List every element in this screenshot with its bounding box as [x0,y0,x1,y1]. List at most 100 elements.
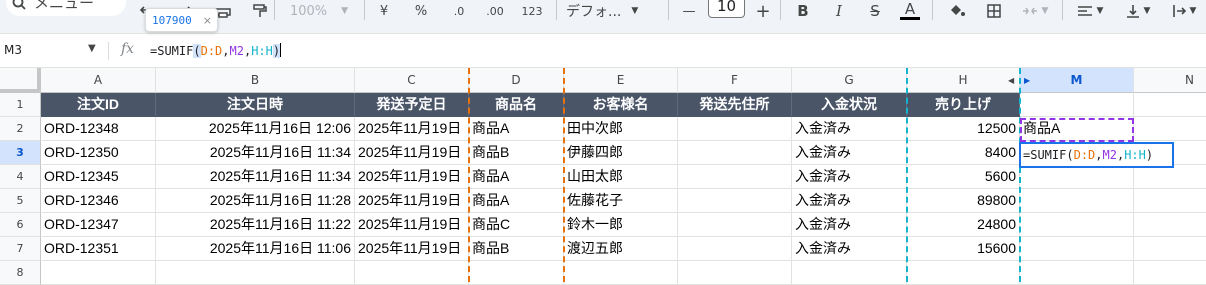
table-cell[interactable]: 入金済み [792,117,907,141]
table-cell[interactable]: 2025年11月16日 11:06 [156,237,355,261]
currency-button[interactable]: ¥ [376,0,392,22]
fill-color-button[interactable] [944,0,970,22]
table-cell[interactable]: 5600 [907,165,1020,189]
text-color-button[interactable]: A [900,0,920,20]
cell-m5[interactable] [1020,189,1134,213]
text-wrap-button[interactable]: ▼ [1166,0,1202,22]
table-cell[interactable]: 商品A [469,117,564,141]
cell-n1[interactable] [1134,93,1206,117]
header-cell-customer[interactable]: お客様名 [564,93,678,117]
table-cell[interactable]: 2025年11月16日 11:28 [156,189,355,213]
table-cell[interactable]: 商品A [469,189,564,213]
cell-n2[interactable] [1134,117,1206,141]
increase-decimal-button[interactable]: .00 [482,0,508,22]
header-cell-order-datetime[interactable]: 注文日時 [156,93,355,117]
table-cell[interactable]: 2025年11月16日 11:34 [156,165,355,189]
header-cell-order-id[interactable]: 注文ID [41,93,156,117]
number-format-button[interactable]: 123 [518,0,546,22]
table-cell[interactable]: ORD-12347 [41,213,156,237]
cell-m8[interactable] [1020,261,1134,285]
cell-n5[interactable] [1134,189,1206,213]
table-cell[interactable]: 2025年11月19日 [355,141,469,165]
table-cell[interactable]: 2025年11月19日 [355,237,469,261]
row-header-7[interactable]: 7 [0,237,41,261]
table-cell[interactable] [678,117,792,141]
table-cell[interactable]: 24800 [907,213,1020,237]
table-cell[interactable]: 入金済み [792,141,907,165]
close-icon[interactable]: × [203,14,212,27]
row-header-8[interactable]: 8 [0,261,41,285]
table-cell[interactable]: 2025年11月19日 [355,189,469,213]
table-cell[interactable]: 山田太郎 [564,165,678,189]
column-header-b[interactable]: B [156,68,355,93]
table-cell[interactable] [564,261,678,285]
table-cell[interactable] [678,165,792,189]
chevron-down-icon[interactable]: ▼ [88,43,96,54]
merge-cells-button[interactable]: ▼ [1018,0,1052,22]
column-header-c[interactable]: C [355,68,469,93]
font-size-input[interactable]: 10 [708,0,745,18]
row-header-2[interactable]: 2 [0,117,41,141]
table-cell[interactable] [678,213,792,237]
table-cell[interactable]: 12500 [907,117,1020,141]
cell-n7[interactable] [1134,237,1206,261]
table-cell[interactable]: 2025年11月19日 [355,117,469,141]
table-cell[interactable]: 商品B [469,141,564,165]
table-cell[interactable] [907,261,1020,285]
horizontal-align-button[interactable]: ▼ [1072,0,1108,22]
table-cell[interactable] [41,261,156,285]
table-cell[interactable]: 入金済み [792,165,907,189]
table-cell[interactable]: ORD-12346 [41,189,156,213]
cell-n4[interactable] [1134,165,1206,189]
table-cell[interactable]: 15600 [907,237,1020,261]
table-cell[interactable] [792,261,907,285]
borders-button[interactable] [984,0,1004,22]
header-cell-payment[interactable]: 入金状況 [792,93,907,117]
italic-button[interactable]: I [830,0,848,22]
column-header-f[interactable]: F [678,68,792,93]
column-header-m[interactable]: M [1020,68,1134,93]
decrease-decimal-button[interactable]: .0 [448,0,470,22]
header-cell-product[interactable]: 商品名 [469,93,564,117]
spreadsheet-grid[interactable]: A B C D E F G H ◀ M ▶ N 1 2 3 4 5 6 7 8 … [0,68,1206,285]
table-cell[interactable] [156,261,355,285]
table-cell[interactable]: 田中次郎 [564,117,678,141]
table-cell[interactable] [678,237,792,261]
select-all-corner[interactable] [0,68,41,93]
font-size-increase-button[interactable]: + [754,0,772,22]
table-cell[interactable]: 渡辺五郎 [564,237,678,261]
strikethrough-button[interactable]: S [866,0,884,22]
table-cell[interactable]: 商品B [469,237,564,261]
column-header-a[interactable]: A [41,68,156,93]
table-cell[interactable]: 伊藤四郎 [564,141,678,165]
table-cell[interactable]: ORD-12345 [41,165,156,189]
table-cell[interactable]: 2025年11月16日 11:22 [156,213,355,237]
table-cell[interactable]: 商品C [469,213,564,237]
column-header-h[interactable]: H [907,68,1020,93]
cell-m6[interactable] [1020,213,1134,237]
zoom-select[interactable]: 100% ▼ [284,0,354,22]
table-cell[interactable]: 鈴木一郎 [564,213,678,237]
table-cell[interactable] [678,261,792,285]
cell-n6[interactable] [1134,213,1206,237]
table-cell[interactable]: ORD-12348 [41,117,156,141]
table-cell[interactable]: 2025年11月16日 11:34 [156,141,355,165]
table-cell[interactable]: 89800 [907,189,1020,213]
cell-m1[interactable] [1020,93,1134,117]
header-cell-sales[interactable]: 売り上げ [907,93,1020,117]
bold-button[interactable]: B [794,0,812,22]
table-cell[interactable] [355,261,469,285]
cell-n8[interactable] [1134,261,1206,285]
formula-input[interactable]: =SUMIF(D:D,M2,H:H) [150,43,282,58]
table-cell[interactable] [678,189,792,213]
table-cell[interactable]: 2025年11月19日 [355,213,469,237]
cell-editor-m3[interactable]: =SUMIF(D:D,M2,H:H) [1019,142,1174,168]
row-header-1[interactable]: 1 [0,93,41,117]
column-header-g[interactable]: G [792,68,907,93]
table-cell[interactable]: ORD-12350 [41,141,156,165]
menu-search-button[interactable]: メニュー [6,0,126,16]
table-cell[interactable]: 商品A [469,165,564,189]
hidden-columns-left-arrow[interactable]: ◀ [1008,76,1014,85]
percent-button[interactable]: % [412,0,430,22]
font-size-decrease-button[interactable]: — [680,0,698,22]
